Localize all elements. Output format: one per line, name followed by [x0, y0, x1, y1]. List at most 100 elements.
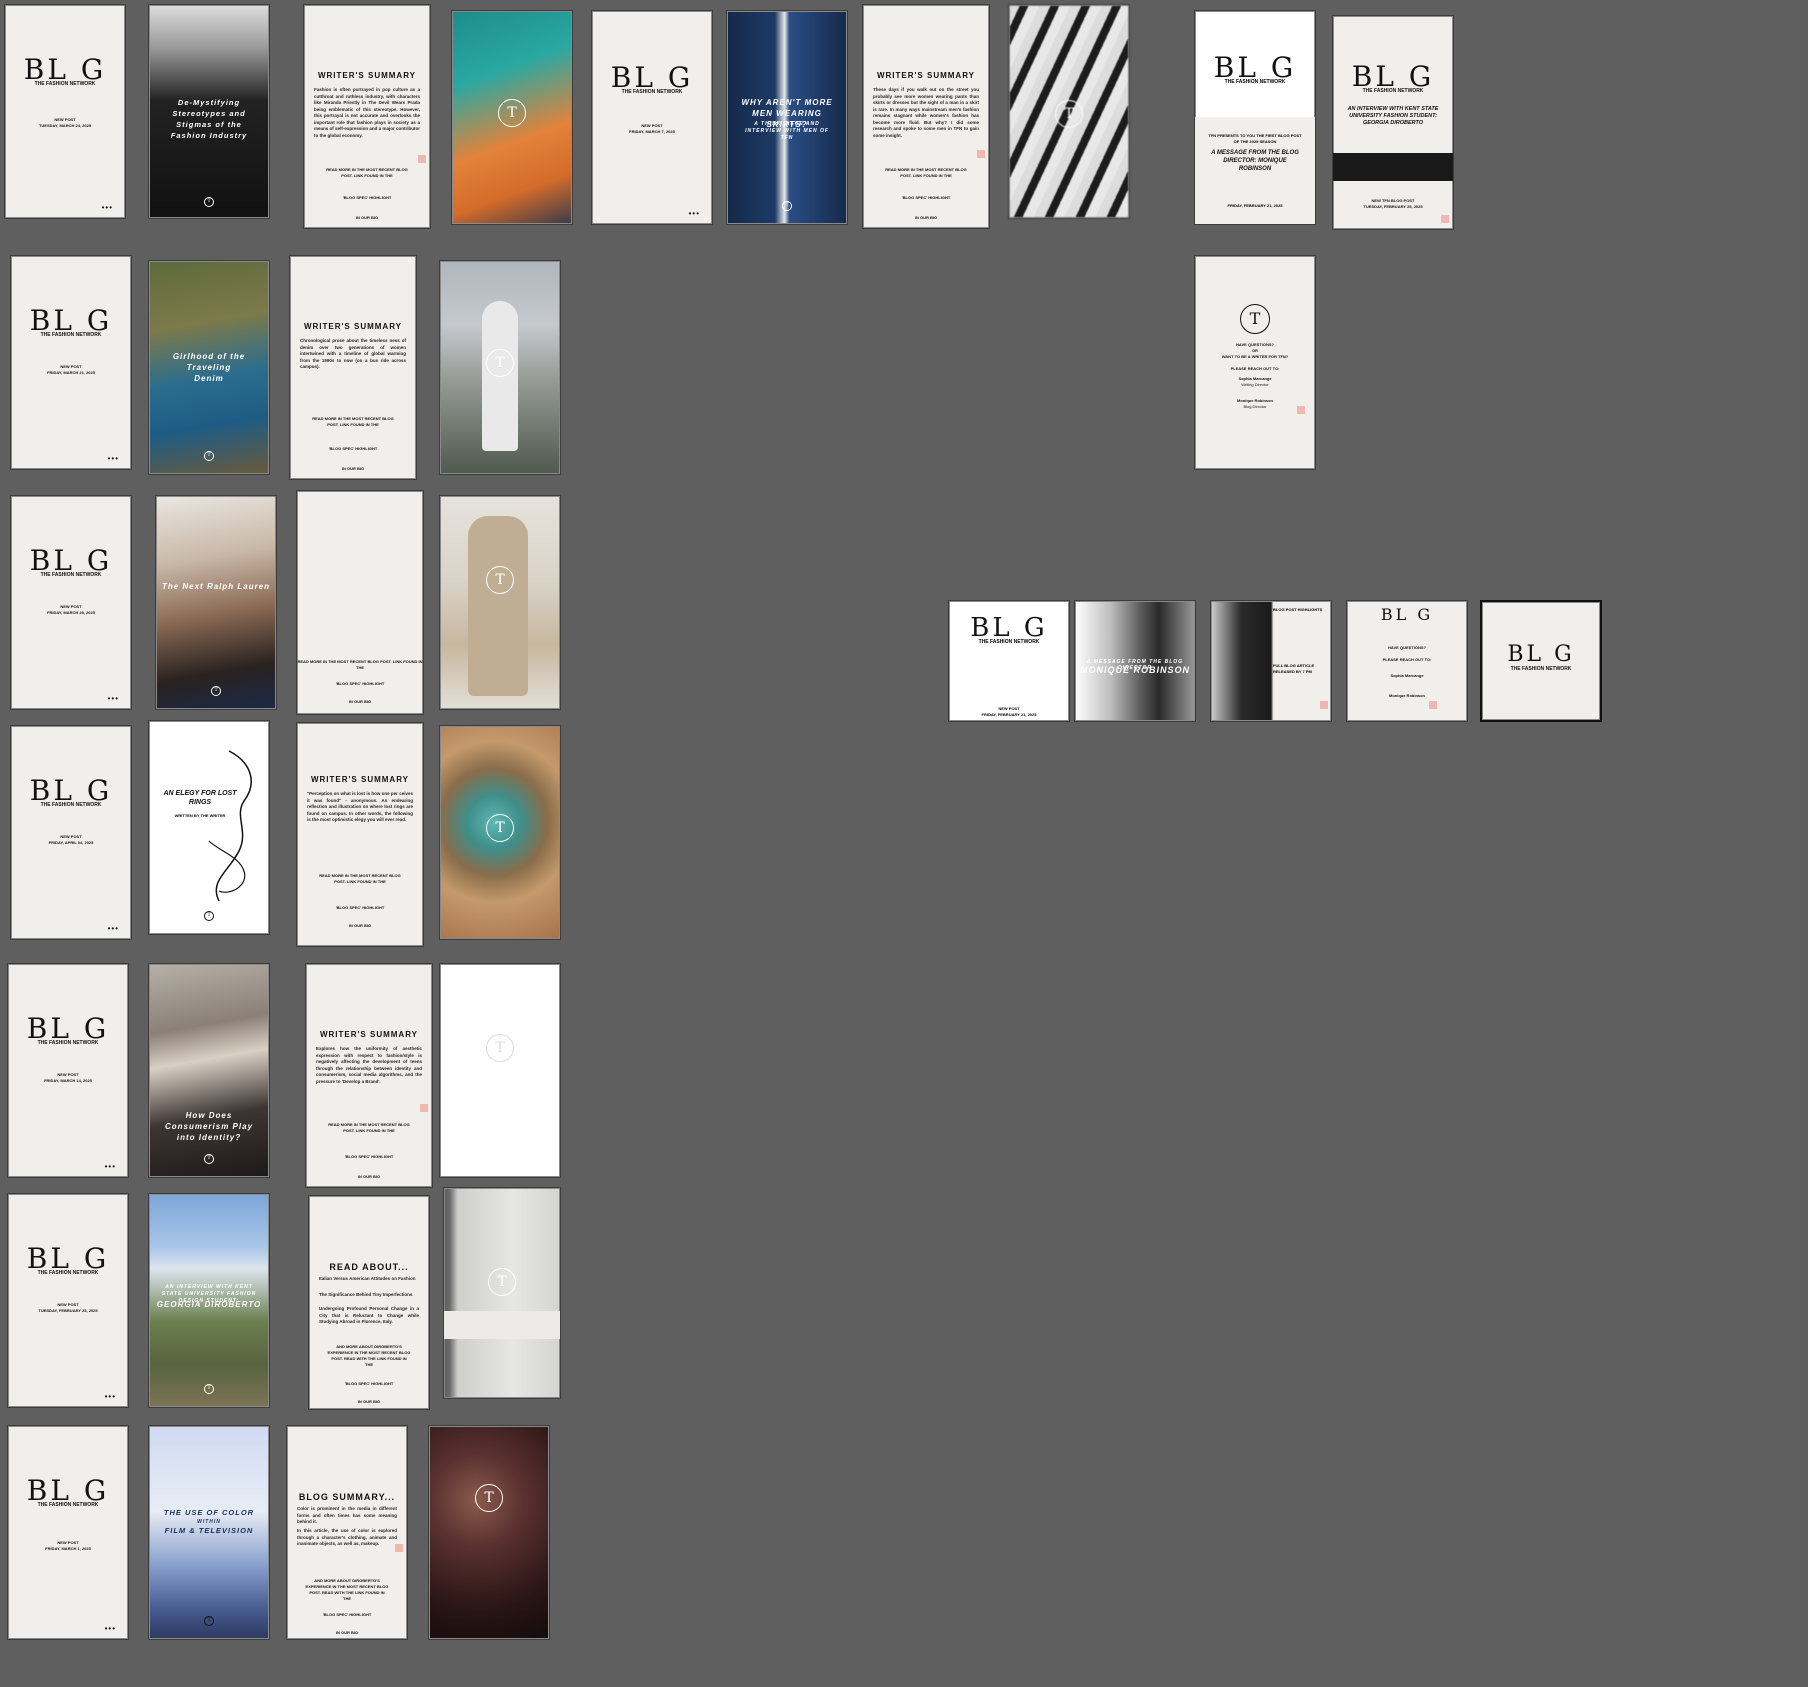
black-band — [1333, 153, 1453, 181]
photo-card-denim[interactable]: Girlhood of the Traveling Denim T — [148, 260, 270, 475]
read-more-text: READ MORE IN THE MOST RECENT BLOG POST. … — [312, 416, 394, 427]
blog-cover-card[interactable]: BL G THE FASHION NETWORK NEW POST TUESDA… — [7, 1193, 129, 1408]
photo-card-stereotypes[interactable]: De-Mystifying Stereotypes and Stigmas of… — [148, 4, 270, 219]
blog-cover-card[interactable]: BL G THE FASHION NETWORK NEW POST FRIDAY… — [948, 600, 1070, 722]
highlights-full: FULL BLOG ARTICLE RELEASED BY 7 PM — [1273, 663, 1315, 674]
post-date: FRIDAY, MARCH 21, 2025 — [47, 370, 95, 375]
post-name: GEORGIA DIROBERTO — [156, 1300, 262, 1309]
blog-cover-card[interactable]: BL G THE FASHION NETWORK NEW POST FRIDAY… — [10, 255, 132, 470]
writers-summary-card[interactable]: WRITER'S SUMMARY Chronological prose abo… — [289, 255, 417, 480]
photo-card-interview[interactable]: AN INTERVIEW WITH KENT STATE UNIVERSITY … — [148, 1193, 270, 1408]
read-more-text: READ MORE IN THE MOST RECENT BLOG POST. … — [297, 659, 423, 670]
post-date: FRIDAY, MARCH 7, 2025 — [629, 129, 675, 134]
contact-name-1: Sophia Marcange — [1390, 673, 1424, 678]
tfn-logo-icon: T — [204, 197, 214, 207]
interview-title: AN INTERVIEW WITH KENT STATE UNIVERSITY … — [1347, 106, 1439, 126]
contact-question: HAVE QUESTIONS? — [1388, 645, 1426, 650]
contact-name-2: Monique Robinson — [1389, 693, 1425, 698]
pink-mark — [1320, 701, 1328, 709]
post-date: FRIDAY, MARCH 28, 2025 — [47, 610, 95, 615]
photo-card-orange[interactable]: T — [451, 10, 573, 225]
contact-card-small[interactable]: BL G HAVE QUESTIONS? PLEASE REACH OUT TO… — [1346, 600, 1468, 722]
tfn-logo-icon: T — [1055, 100, 1083, 128]
photo-card-consumerism[interactable]: How Does Consumerism Play into Identity?… — [148, 963, 270, 1178]
tfn-logo-icon: T — [782, 201, 792, 211]
network-label: THE FASHION NETWORK — [40, 332, 102, 338]
highlight-text: 'BLOG SPEC' HIGHLIGHT — [335, 681, 385, 686]
photo-card-director[interactable]: A MESSAGE FROM THE BLOG DIRECTOR MONIQUE… — [1074, 600, 1196, 722]
blog-summary-card[interactable]: BLOG SUMMARY... Color is prominent in th… — [286, 1425, 408, 1640]
bio-text: IN OUR BIO — [348, 923, 372, 928]
photo-card-color[interactable]: THE USE OF COLOR WITHIN FILM & TELEVISIO… — [148, 1425, 270, 1640]
bio-text: IN OUR BIO — [355, 215, 379, 220]
post-title: The Next Ralph Lauren — [161, 582, 271, 591]
summary-card[interactable]: READ MORE IN THE MOST RECENT BLOG POST. … — [296, 490, 424, 715]
summary-heading: WRITER'S SUMMARY — [310, 775, 410, 784]
interview-card[interactable]: BL G THE FASHION NETWORK AN INTERVIEW WI… — [1332, 15, 1454, 230]
blog-cover-card[interactable]: BL G THE FASHION NETWORK NEW POST TUESDA… — [4, 4, 126, 219]
illustration-card-rings[interactable]: AN ELEGY FOR LOST RINGS WRITTEN BY THE W… — [148, 720, 270, 935]
read-about-card[interactable]: READ ABOUT... Italian Versus American At… — [308, 1195, 430, 1410]
tfn-logo-icon: T — [1240, 304, 1270, 334]
bullet-3: Undergoing Profound Personal Change in a… — [319, 1306, 419, 1324]
tfn-logo-icon: T — [486, 814, 514, 842]
writers-summary-card[interactable]: WRITER'S SUMMARY Fashion is often portra… — [303, 4, 431, 229]
bio-text: IN OUR BIO — [341, 466, 365, 471]
highlight-text: 'BLOG SPEC' HIGHLIGHT — [344, 1154, 394, 1159]
network-label: THE FASHION NETWORK — [621, 89, 683, 95]
summary-heading: WRITER'S SUMMARY — [876, 71, 976, 80]
highlights-card[interactable]: BLOG POST HIGHLIGHTS FULL BLOG ARTICLE R… — [1210, 600, 1332, 722]
writers-summary-card[interactable]: WRITER'S SUMMARY These days if you walk … — [862, 4, 990, 229]
tfn-logo-icon: T — [204, 1384, 214, 1394]
pink-mark — [395, 1544, 403, 1552]
photo-card-glitter[interactable]: T — [428, 1425, 550, 1640]
photo-card-turquoise[interactable]: T — [439, 725, 561, 940]
read-more-text: READ MORE IN THE MOST RECENT BLOG POST. … — [319, 873, 401, 884]
writers-summary-card[interactable]: WRITER'S SUMMARY "Perception on what is … — [296, 722, 424, 947]
post-subtitle: FILM & TELEVISION — [164, 1526, 254, 1535]
more-icon: ••• — [107, 694, 119, 703]
more-icon: ••• — [104, 1624, 116, 1633]
photo-card-hands[interactable]: T — [439, 260, 561, 475]
tfn-logo-icon: T — [204, 911, 214, 921]
tfn-logo-icon: T — [211, 686, 221, 696]
highlight-text: 'BLOG SPEC' HIGHLIGHT — [342, 195, 392, 200]
more-icon: ••• — [107, 454, 119, 463]
director-name: MONIQUE ROBINSON — [1079, 665, 1190, 675]
photo-card-skirts[interactable]: WHY AREN'T MORE MEN WEARING SKIRTS? A TH… — [726, 10, 848, 225]
bio-text: IN OUR BIO — [357, 1399, 381, 1404]
photo-card-door[interactable]: T — [443, 1187, 561, 1399]
writers-summary-card[interactable]: WRITER'S SUMMARY Explores how the unifor… — [305, 963, 433, 1188]
blank-logo-card[interactable]: T — [439, 963, 561, 1178]
photo-card-piano[interactable]: T — [1008, 4, 1130, 219]
blog-logo: BL G — [1507, 642, 1575, 667]
summary-text: Explores how the uniformity of aesthetic… — [316, 1046, 422, 1084]
photo-card-ralph[interactable]: The Next Ralph Lauren T — [155, 495, 277, 710]
tfn-logo-icon: T — [475, 1484, 503, 1512]
more-icon: ••• — [101, 203, 113, 212]
blog-cover-card[interactable]: BL G THE FASHION NETWORK NEW POST FRIDAY… — [10, 495, 132, 710]
summary-heading: WRITER'S SUMMARY — [319, 1030, 419, 1039]
post-subtitle: A THINK PIECE AND INTERVIEW WITH MEN OF … — [745, 121, 829, 141]
network-label: THE FASHION NETWORK — [1510, 666, 1572, 672]
blog-cover-card[interactable]: BL G THE FASHION NETWORK NEW POST FRIDAY… — [7, 963, 129, 1178]
post-date: FRIDAY, FEBRUARY 21, 2025 — [981, 712, 1037, 717]
contact-card[interactable]: T HAVE QUESTIONS? OR WANT TO BE A WRITER… — [1194, 255, 1316, 470]
figure-shape — [468, 516, 528, 696]
highlight-text: 'BLOG SPEC' HIGHLIGHT — [344, 1381, 394, 1386]
blog-cover-card[interactable]: BL G THE FASHION NETWORK NEW POST FRIDAY… — [10, 725, 132, 940]
blog-cover-card-selected[interactable]: BL G THE FASHION NETWORK — [1480, 600, 1602, 722]
photo-card-beige-suit[interactable]: T — [439, 495, 561, 710]
tfn-logo-icon: T — [204, 451, 214, 461]
read-more-text: READ MORE IN THE MOST RECENT BLOG POST. … — [326, 167, 408, 178]
blog-cover-card[interactable]: BL G THE FASHION NETWORK NEW POST FRIDAY… — [591, 10, 713, 225]
more-icon: ••• — [104, 1162, 116, 1171]
blog-cover-card[interactable]: BL G THE FASHION NETWORK NEW POST FRIDAY… — [7, 1425, 129, 1640]
more-icon: ••• — [104, 1392, 116, 1401]
contact-reach: PLEASE REACH OUT TO: — [1382, 657, 1432, 662]
pink-mark — [977, 150, 985, 158]
highlight-text: 'BLOG SPEC' HIGHLIGHT — [328, 446, 378, 451]
post-date: FRIDAY, MARCH 14, 2025 — [44, 1078, 92, 1083]
message-card[interactable]: BL G THE FASHION NETWORK TFN PRESENTS TO… — [1194, 10, 1316, 225]
blog-logo: BL G — [1380, 605, 1434, 624]
